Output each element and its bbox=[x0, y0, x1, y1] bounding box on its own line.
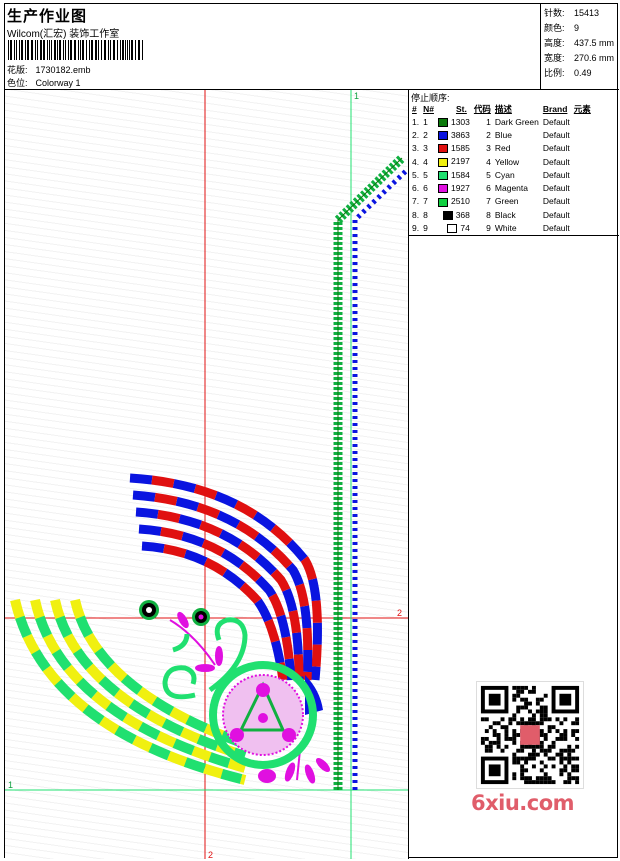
color-swatch bbox=[437, 144, 448, 154]
embroidery-design-preview: 1 2 2 1 bbox=[5, 90, 409, 859]
stat-width: 宽度: 270.6 mm bbox=[544, 53, 615, 63]
rosette-medallion bbox=[209, 661, 317, 769]
table-row: 7. 7 2510 7 Green Default bbox=[412, 196, 570, 207]
small-flower-right bbox=[192, 608, 210, 626]
table-row: 6. 6 1927 6 Magenta Default bbox=[412, 183, 570, 194]
stop-sequence-panel: 停止顺序: # N# St. 代码 描述 Brand 元素 1. 1 1303 1 Da… bbox=[409, 90, 619, 236]
col-stitches: St. bbox=[455, 103, 467, 114]
col-element: 元素 bbox=[573, 103, 591, 114]
colorway-label: 色位: bbox=[7, 78, 28, 88]
guide-label-bottom: 2 bbox=[208, 850, 213, 859]
col-index: # bbox=[412, 103, 417, 114]
table-row: 8. 8 368 8 Black Default bbox=[412, 209, 570, 220]
table-row: 4. 4 2197 4 Yellow Default bbox=[412, 156, 570, 167]
striped-arcs bbox=[129, 473, 322, 681]
table-row: 9. 9 74 9 White Default bbox=[412, 222, 570, 234]
guide-label-top: 1 bbox=[354, 91, 359, 101]
design-file-value: 1730182.emb bbox=[35, 65, 91, 75]
stop-sequence-table: # N# St. 代码 描述 Brand 元素 1. 1 1303 1 Dark Gre… bbox=[410, 102, 593, 235]
watermark-text: 6xiu.com bbox=[471, 791, 575, 815]
design-file-label: 花版: bbox=[7, 65, 28, 75]
small-flower-left bbox=[139, 600, 159, 620]
col-description: 描述 bbox=[494, 103, 512, 114]
guide-label-left: 1 bbox=[8, 780, 13, 790]
color-swatch bbox=[447, 224, 458, 234]
color-swatch bbox=[437, 157, 448, 167]
worksheet-title: 生产作业图 bbox=[7, 8, 88, 25]
stat-colors: 颜色: 9 bbox=[544, 23, 580, 33]
vertical-stem bbox=[333, 154, 408, 790]
site-watermark: 6xiu.com bbox=[471, 681, 591, 816]
color-swatch bbox=[437, 197, 448, 207]
color-swatch bbox=[437, 131, 448, 141]
table-row: 2. 2 3863 2 Blue Default bbox=[412, 129, 570, 141]
col-brand: Brand bbox=[542, 103, 568, 114]
color-swatch bbox=[437, 170, 448, 180]
design-file-line: 花版: 1730182.emb bbox=[7, 63, 91, 76]
worksheet-header: 生产作业图 Wilcom(汇宏) 装饰工作室 花版: 1730182.emb 色… bbox=[5, 4, 619, 90]
guide-label-right: 2 bbox=[397, 608, 402, 618]
col-needle: N# bbox=[423, 103, 434, 114]
table-row: 3. 3 1585 3 Red Default bbox=[412, 143, 570, 154]
col-code: 代码 bbox=[473, 103, 491, 114]
color-swatch bbox=[437, 184, 448, 194]
table-row: 1. 1 1303 1 Dark Green Default bbox=[412, 116, 570, 127]
qr-code bbox=[476, 681, 584, 789]
colorway-line: 色位: Colorway 1 bbox=[7, 76, 81, 89]
company-name: Wilcom(汇宏) 装饰工作室 bbox=[7, 29, 120, 40]
table-header-row: # N# St. 代码 描述 Brand 元素 bbox=[410, 102, 593, 115]
stat-stitches: 针数: 15413 bbox=[544, 8, 600, 18]
design-stats: 针数: 15413 颜色: 9 高度: 437.5 mm 宽度: 270.6 mm 比例… bbox=[540, 4, 619, 90]
color-swatch bbox=[442, 210, 453, 220]
barcode bbox=[8, 40, 143, 60]
production-worksheet: 生产作业图 Wilcom(汇宏) 装饰工作室 花版: 1730182.emb 色… bbox=[4, 3, 619, 859]
colorway-value: Colorway 1 bbox=[35, 78, 81, 88]
color-swatch bbox=[437, 117, 448, 127]
stat-scale: 比例: 0.49 bbox=[544, 68, 592, 78]
embroidery-artwork: 1 2 2 1 bbox=[5, 90, 408, 859]
table-row: 5. 5 1584 5 Cyan Default bbox=[412, 169, 570, 180]
stat-height: 高度: 437.5 mm bbox=[544, 38, 615, 48]
